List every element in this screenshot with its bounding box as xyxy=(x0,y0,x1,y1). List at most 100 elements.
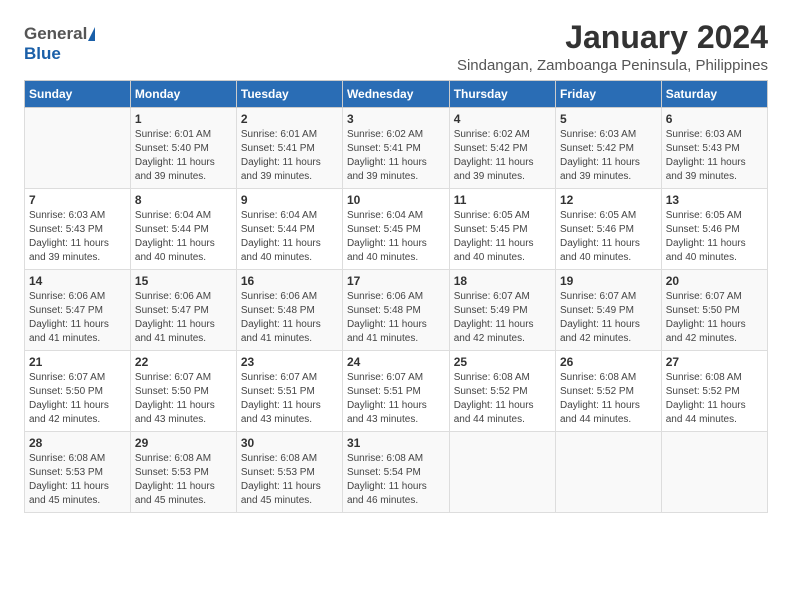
logo: General Blue xyxy=(24,24,95,64)
cell-sun-info: Sunrise: 6:07 AMSunset: 5:50 PMDaylight:… xyxy=(29,371,126,427)
calendar-cell: 13 Sunrise: 6:05 AMSunset: 5:46 PMDayligh… xyxy=(661,189,767,270)
cell-day-number: 31 xyxy=(347,436,445,450)
cell-day-number: 19 xyxy=(560,274,657,288)
cell-day-number: 22 xyxy=(135,355,232,369)
cell-day-number: 7 xyxy=(29,193,126,207)
calendar-cell: 17 Sunrise: 6:06 AMSunset: 5:48 PMDayligh… xyxy=(342,270,449,351)
cell-sun-info: Sunrise: 6:08 AMSunset: 5:52 PMDaylight:… xyxy=(666,371,763,427)
cell-sun-info: Sunrise: 6:06 AMSunset: 5:48 PMDaylight:… xyxy=(241,290,338,346)
calendar-week-row: 1Sunrise: 6:01 AMSunset: 5:40 PMDaylight… xyxy=(25,108,768,189)
calendar-cell xyxy=(25,108,131,189)
calendar-cell: 29 Sunrise: 6:08 AMSunset: 5:53 PMDayligh… xyxy=(130,432,236,513)
calendar-cell xyxy=(661,432,767,513)
cell-sun-info: Sunrise: 6:05 AMSunset: 5:45 PMDaylight:… xyxy=(454,209,551,265)
page-subtitle: Sindangan, Zamboanga Peninsula, Philippi… xyxy=(457,57,768,74)
calendar-cell: 7Sunrise: 6:03 AMSunset: 5:43 PMDaylight… xyxy=(25,189,131,270)
cell-day-number: 21 xyxy=(29,355,126,369)
title-section: January 2024 Sindangan, Zamboanga Penins… xyxy=(457,20,768,74)
cell-day-number: 11 xyxy=(454,193,551,207)
calendar-cell: 6 Sunrise: 6:03 AMSunset: 5:43 PMDaylight… xyxy=(661,108,767,189)
page-title: January 2024 xyxy=(457,20,768,55)
calendar-cell: 16 Sunrise: 6:06 AMSunset: 5:48 PMDayligh… xyxy=(236,270,342,351)
cell-day-number: 4 xyxy=(454,112,551,126)
header-day-monday: Monday xyxy=(130,81,236,108)
calendar-week-row: 28Sunrise: 6:08 AMSunset: 5:53 PMDayligh… xyxy=(25,432,768,513)
cell-sun-info: Sunrise: 6:08 AMSunset: 5:52 PMDaylight:… xyxy=(454,371,551,427)
calendar-table: SundayMondayTuesdayWednesdayThursdayFrid… xyxy=(24,80,768,513)
calendar-cell: 12Sunrise: 6:05 AMSunset: 5:46 PMDayligh… xyxy=(556,189,662,270)
cell-sun-info: Sunrise: 6:04 AMSunset: 5:44 PMDaylight:… xyxy=(241,209,338,265)
cell-sun-info: Sunrise: 6:06 AMSunset: 5:47 PMDaylight:… xyxy=(135,290,232,346)
calendar-cell: 28Sunrise: 6:08 AMSunset: 5:53 PMDayligh… xyxy=(25,432,131,513)
cell-sun-info: Sunrise: 6:06 AMSunset: 5:48 PMDaylight:… xyxy=(347,290,445,346)
calendar-week-row: 14 Sunrise: 6:06 AMSunset: 5:47 PMDayligh… xyxy=(25,270,768,351)
cell-sun-info: Sunrise: 6:04 AMSunset: 5:45 PMDaylight:… xyxy=(347,209,445,265)
cell-sun-info: Sunrise: 6:07 AMSunset: 5:49 PMDaylight:… xyxy=(454,290,551,346)
cell-sun-info: Sunrise: 6:08 AMSunset: 5:53 PMDaylight:… xyxy=(29,452,126,508)
cell-day-number: 25 xyxy=(454,355,551,369)
cell-day-number: 10 xyxy=(347,193,445,207)
cell-day-number: 18 xyxy=(454,274,551,288)
calendar-cell: 8 Sunrise: 6:04 AMSunset: 5:44 PMDaylight… xyxy=(130,189,236,270)
cell-day-number: 2 xyxy=(241,112,338,126)
logo-general-text: General xyxy=(24,24,87,44)
cell-day-number: 13 xyxy=(666,193,763,207)
calendar-cell: 4 Sunrise: 6:02 AMSunset: 5:42 PMDaylight… xyxy=(449,108,555,189)
cell-sun-info: Sunrise: 6:08 AMSunset: 5:52 PMDaylight:… xyxy=(560,371,657,427)
cell-day-number: 15 xyxy=(135,274,232,288)
cell-day-number: 14 xyxy=(29,274,126,288)
calendar-body: 1Sunrise: 6:01 AMSunset: 5:40 PMDaylight… xyxy=(25,108,768,513)
calendar-header: SundayMondayTuesdayWednesdayThursdayFrid… xyxy=(25,81,768,108)
calendar-cell: 18 Sunrise: 6:07 AMSunset: 5:49 PMDayligh… xyxy=(449,270,555,351)
cell-day-number: 26 xyxy=(560,355,657,369)
cell-sun-info: Sunrise: 6:02 AMSunset: 5:41 PMDaylight:… xyxy=(347,128,445,184)
cell-day-number: 5 xyxy=(560,112,657,126)
cell-day-number: 6 xyxy=(666,112,763,126)
page-header: General Blue January 2024 Sindangan, Zam… xyxy=(24,20,768,74)
cell-sun-info: Sunrise: 6:07 AMSunset: 5:49 PMDaylight:… xyxy=(560,290,657,346)
cell-sun-info: Sunrise: 6:07 AMSunset: 5:51 PMDaylight:… xyxy=(347,371,445,427)
logo-blue-text: Blue xyxy=(24,44,61,64)
calendar-cell xyxy=(556,432,662,513)
calendar-cell: 5 Sunrise: 6:03 AMSunset: 5:42 PMDaylight… xyxy=(556,108,662,189)
cell-day-number: 16 xyxy=(241,274,338,288)
cell-sun-info: Sunrise: 6:01 AMSunset: 5:40 PMDaylight:… xyxy=(135,128,232,184)
cell-sun-info: Sunrise: 6:03 AMSunset: 5:43 PMDaylight:… xyxy=(666,128,763,184)
cell-sun-info: Sunrise: 6:05 AMSunset: 5:46 PMDaylight:… xyxy=(560,209,657,265)
header-day-sunday: Sunday xyxy=(25,81,131,108)
calendar-cell: 25 Sunrise: 6:08 AMSunset: 5:52 PMDayligh… xyxy=(449,351,555,432)
cell-sun-info: Sunrise: 6:02 AMSunset: 5:42 PMDaylight:… xyxy=(454,128,551,184)
cell-day-number: 30 xyxy=(241,436,338,450)
calendar-cell: 27Sunrise: 6:08 AMSunset: 5:52 PMDayligh… xyxy=(661,351,767,432)
calendar-cell: 15 Sunrise: 6:06 AMSunset: 5:47 PMDayligh… xyxy=(130,270,236,351)
cell-sun-info: Sunrise: 6:08 AMSunset: 5:53 PMDaylight:… xyxy=(135,452,232,508)
header-day-wednesday: Wednesday xyxy=(342,81,449,108)
cell-sun-info: Sunrise: 6:03 AMSunset: 5:42 PMDaylight:… xyxy=(560,128,657,184)
cell-day-number: 17 xyxy=(347,274,445,288)
cell-sun-info: Sunrise: 6:04 AMSunset: 5:44 PMDaylight:… xyxy=(135,209,232,265)
cell-sun-info: Sunrise: 6:07 AMSunset: 5:50 PMDaylight:… xyxy=(135,371,232,427)
logo-triangle-icon xyxy=(88,27,95,41)
calendar-cell: 23Sunrise: 6:07 AMSunset: 5:51 PMDayligh… xyxy=(236,351,342,432)
calendar-cell: 3 Sunrise: 6:02 AMSunset: 5:41 PMDaylight… xyxy=(342,108,449,189)
cell-day-number: 24 xyxy=(347,355,445,369)
cell-day-number: 3 xyxy=(347,112,445,126)
cell-day-number: 8 xyxy=(135,193,232,207)
cell-day-number: 9 xyxy=(241,193,338,207)
cell-sun-info: Sunrise: 6:08 AMSunset: 5:54 PMDaylight:… xyxy=(347,452,445,508)
calendar-week-row: 21 Sunrise: 6:07 AMSunset: 5:50 PMDayligh… xyxy=(25,351,768,432)
calendar-cell xyxy=(449,432,555,513)
header-day-thursday: Thursday xyxy=(449,81,555,108)
calendar-cell: 19 Sunrise: 6:07 AMSunset: 5:49 PMDayligh… xyxy=(556,270,662,351)
cell-sun-info: Sunrise: 6:01 AMSunset: 5:41 PMDaylight:… xyxy=(241,128,338,184)
calendar-cell: 20Sunrise: 6:07 AMSunset: 5:50 PMDayligh… xyxy=(661,270,767,351)
cell-day-number: 29 xyxy=(135,436,232,450)
calendar-cell: 1Sunrise: 6:01 AMSunset: 5:40 PMDaylight… xyxy=(130,108,236,189)
header-row: SundayMondayTuesdayWednesdayThursdayFrid… xyxy=(25,81,768,108)
cell-sun-info: Sunrise: 6:05 AMSunset: 5:46 PMDaylight:… xyxy=(666,209,763,265)
calendar-cell: 14Sunrise: 6:06 AMSunset: 5:47 PMDayligh… xyxy=(25,270,131,351)
calendar-cell: 9 Sunrise: 6:04 AMSunset: 5:44 PMDaylight… xyxy=(236,189,342,270)
calendar-cell: 26 Sunrise: 6:08 AMSunset: 5:52 PMDayligh… xyxy=(556,351,662,432)
calendar-cell: 2 Sunrise: 6:01 AMSunset: 5:41 PMDaylight… xyxy=(236,108,342,189)
calendar-cell: 11 Sunrise: 6:05 AMSunset: 5:45 PMDayligh… xyxy=(449,189,555,270)
